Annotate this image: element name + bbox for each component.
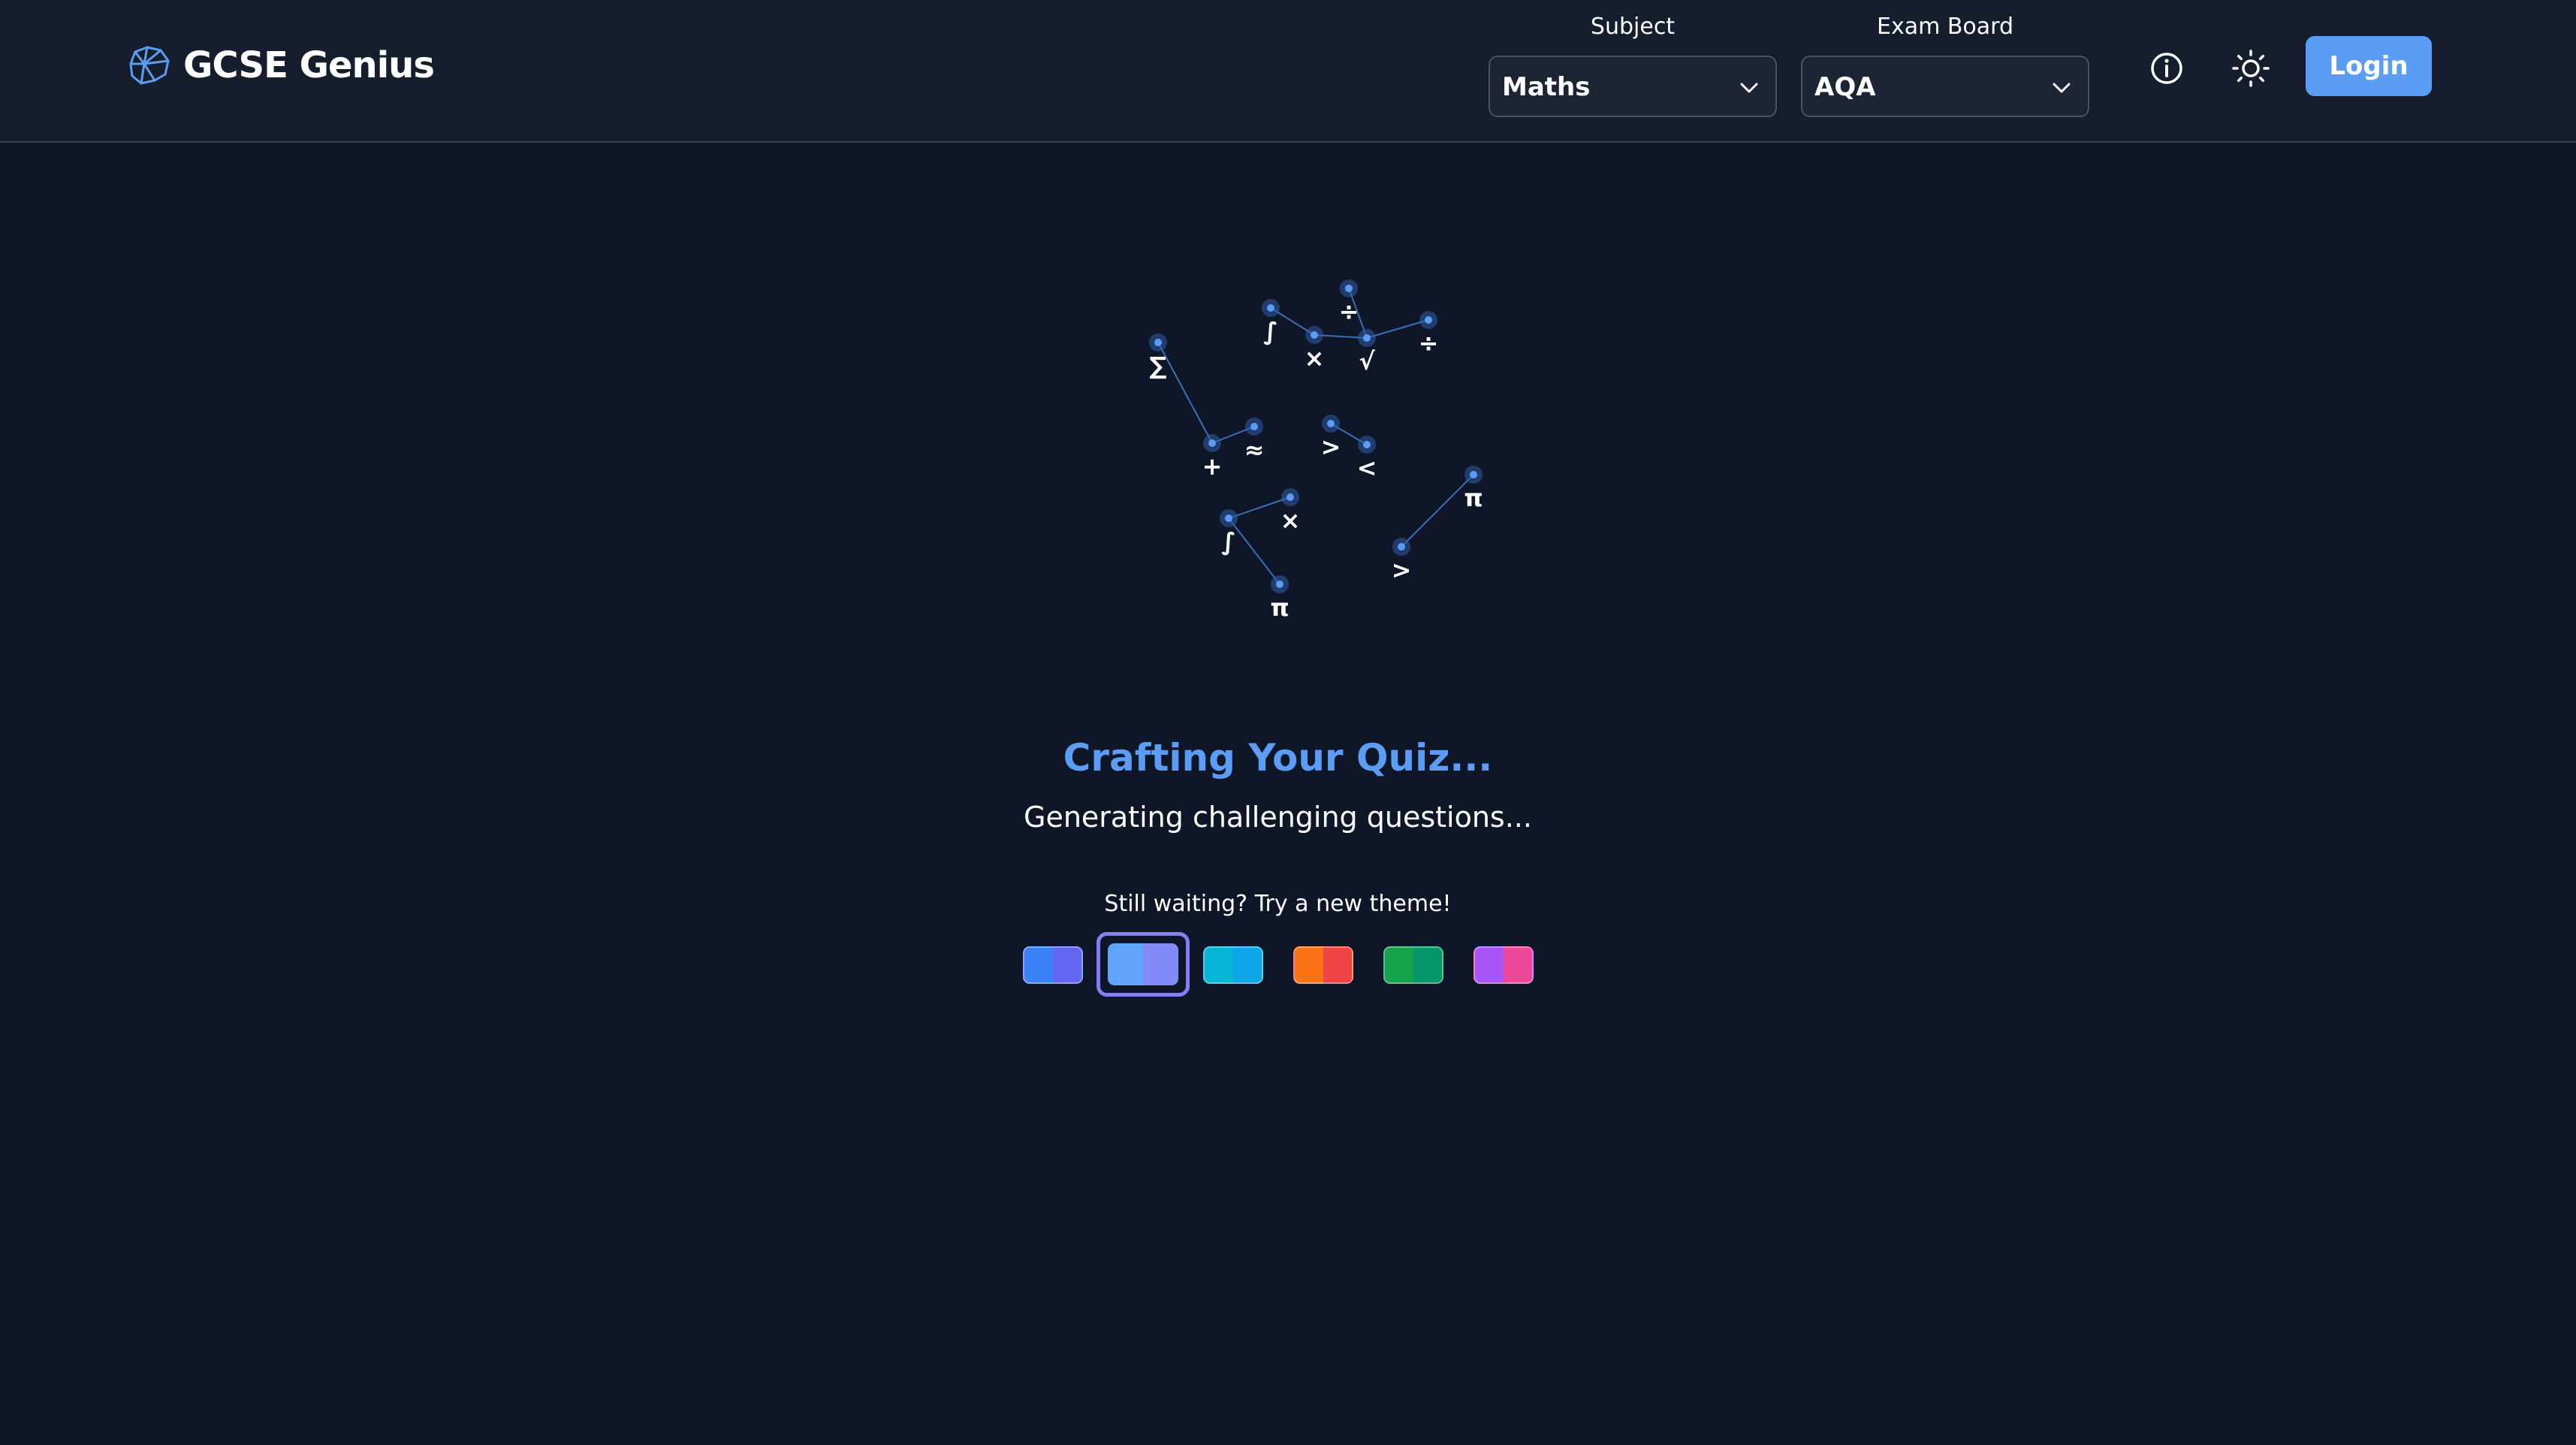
graph-node-dot <box>1345 285 1353 292</box>
graph-node-dot <box>1276 581 1283 588</box>
math-symbol: ∫ <box>1263 317 1278 345</box>
chevron-down-icon <box>1740 83 1758 93</box>
graph-node-dot <box>1154 339 1162 346</box>
loading-title: Crafting Your Quiz... <box>1063 736 1493 780</box>
graph-node-dot <box>1208 439 1216 447</box>
math-symbol: × <box>1280 506 1301 535</box>
theme-swatch-selected-ring[interactable] <box>1096 932 1190 997</box>
math-symbol: ∑ <box>1150 351 1167 380</box>
graph-node-dot <box>1398 543 1405 551</box>
theme-swatch-sky-violet[interactable] <box>1108 943 1178 985</box>
math-symbol: < <box>1357 454 1377 482</box>
math-symbol: π <box>1270 593 1289 622</box>
loading-subtitle: Generating challenging questions... <box>1024 801 1532 834</box>
graph-node-dot <box>1286 493 1294 501</box>
top-navbar: GCSE Genius Subject Maths Exam Board AQA <box>0 0 2576 143</box>
math-symbol: + <box>1202 452 1223 481</box>
brain-circuit-icon <box>129 46 170 85</box>
math-symbol: ∫ <box>1221 527 1236 556</box>
math-symbol: ≈ <box>1244 436 1265 464</box>
exam-board-value: AQA <box>1814 72 1876 102</box>
math-symbol: √ <box>1359 347 1375 376</box>
graph-node-dot <box>1363 441 1371 448</box>
math-symbol: ÷ <box>1419 329 1439 357</box>
theme-prompt: Still waiting? Try a new theme! <box>1104 891 1452 917</box>
theme-swatch-green-emerald[interactable] <box>1383 946 1443 984</box>
graph-edge <box>1401 474 1474 548</box>
math-symbol: × <box>1305 344 1325 373</box>
subject-label: Subject <box>1590 14 1676 40</box>
graph-node-dot <box>1470 471 1477 478</box>
graph-node-dot <box>1250 423 1258 430</box>
subject-select[interactable]: Maths <box>1489 56 1777 117</box>
graph-node-dot <box>1267 304 1274 312</box>
graph-node-dot <box>1311 331 1318 339</box>
info-icon[interactable] <box>2140 42 2193 95</box>
graph-node-dot <box>1363 334 1371 342</box>
theme-swatch-orange-red[interactable] <box>1293 946 1353 984</box>
theme-swatch-purple-pink[interactable] <box>1474 946 1534 984</box>
theme-swatch-blue-indigo[interactable] <box>1023 946 1083 984</box>
theme-swatch-cyan-sky[interactable] <box>1203 946 1263 984</box>
math-symbol: π <box>1464 484 1483 512</box>
subject-value: Maths <box>1502 72 1591 102</box>
exam-board-select[interactable]: AQA <box>1801 56 2089 117</box>
brand-logo[interactable]: GCSE Genius <box>125 42 435 89</box>
exam-board-label: Exam Board <box>1876 14 2014 40</box>
login-button[interactable]: Login <box>2306 36 2432 96</box>
chevron-down-icon <box>2053 83 2071 93</box>
math-symbol-graph: ∑+≈∫×÷√÷><∫×π>π <box>1149 279 1483 622</box>
brand-name: GCSE Genius <box>183 44 435 86</box>
math-symbol: ÷ <box>1339 297 1359 326</box>
sun-icon[interactable] <box>2225 42 2277 95</box>
graph-node-dot <box>1225 514 1232 522</box>
graph-node-dot <box>1327 420 1335 427</box>
math-symbol: > <box>1392 556 1412 584</box>
graph-node-dot <box>1425 316 1432 324</box>
graph-edge <box>1228 517 1280 585</box>
math-symbol: > <box>1321 433 1341 461</box>
